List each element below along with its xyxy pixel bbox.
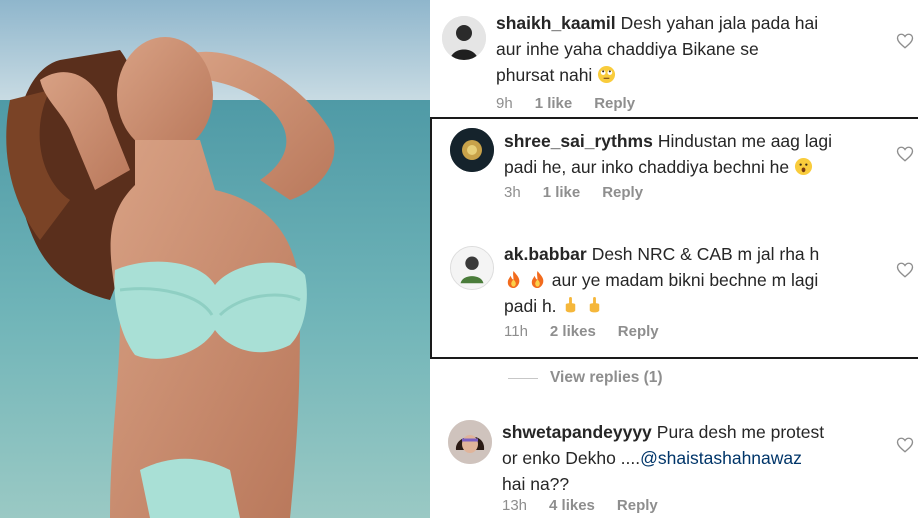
comment-line: Desh NRC & CAB m jal rha h [591,244,820,264]
middle-finger-icon [566,296,576,313]
comment-username[interactable]: shwetapandeyyyy [502,422,652,442]
avatar[interactable] [448,420,492,464]
comment-line: padi h. [504,296,557,316]
comment-likes[interactable]: 2 likes [550,323,596,340]
view-replies-divider [508,377,538,379]
comment-likes[interactable]: 1 like [543,184,581,201]
comment-text: shree_sai_rythms Hindustan me aag lagi pa… [504,128,894,180]
comment-meta: 9h 1 like Reply [496,95,657,112]
comment-username[interactable]: shaikh_kaamil [496,13,616,33]
surprised-emoji [794,157,813,176]
comment-meta: 3h 1 like Reply [504,184,665,201]
comment-line: Hindustan me aag lagi [657,131,832,151]
heart-icon[interactable] [896,32,914,50]
heart-icon[interactable] [896,261,914,279]
reply-button[interactable]: Reply [594,95,635,112]
comment-line: Desh yahan jala pada hai [620,13,819,33]
comment-line: hai na?? [502,474,570,494]
avatar[interactable] [450,128,494,172]
post-photo [0,0,430,518]
reply-button[interactable]: Reply [618,323,659,340]
comment-likes[interactable]: 4 likes [549,497,595,514]
comment-time: 11h [504,323,528,340]
avatar[interactable] [442,16,486,60]
fire-icon [531,270,544,289]
comment-line: padi he, aur inko chaddiya bechni he [504,157,790,177]
comment-text: shwetapandeyyyy Pura desh me protest or e… [502,419,892,497]
comment-likes[interactable]: 1 like [535,95,573,112]
view-replies-button[interactable]: View replies (1) [508,369,663,387]
mention-link[interactable]: @shaistashahnawaz [640,448,802,468]
comment-meta: 13h 4 likes Reply [502,497,680,514]
comment-line: or enko Dekho .... [502,448,641,468]
comment-time: 13h [502,497,528,514]
comment-text: ak.babbar Desh NRC & CAB m jal rha h aur … [504,241,894,319]
comments-panel: shaikh_kaamil Desh yahan jala pada hai au… [430,0,920,518]
avatar[interactable] [450,246,494,290]
comment-username[interactable]: ak.babbar [504,244,587,264]
reply-button[interactable]: Reply [617,497,658,514]
heart-icon[interactable] [896,145,914,163]
comment-line: aur inhe yaha chaddiya Bikane se [496,39,759,59]
comment-text: shaikh_kaamil Desh yahan jala pada hai au… [496,10,886,88]
comment-time: 3h [504,184,521,201]
middle-finger-icon [590,296,600,313]
comment-line: Pura desh me protest [656,422,825,442]
comment-line: aur ye madam bikni bechne m lagi [551,270,819,290]
comment-time: 9h [496,95,513,112]
comment-meta: 11h 2 likes Reply [504,323,681,340]
view-replies-label: View replies (1) [550,369,663,386]
comment-username[interactable]: shree_sai_rythms [504,131,653,151]
fire-icon [507,270,520,289]
rolling-eyes-emoji [598,65,616,84]
heart-icon[interactable] [896,436,914,454]
reply-button[interactable]: Reply [602,184,643,201]
comment-line: phursat nahi [496,65,593,85]
